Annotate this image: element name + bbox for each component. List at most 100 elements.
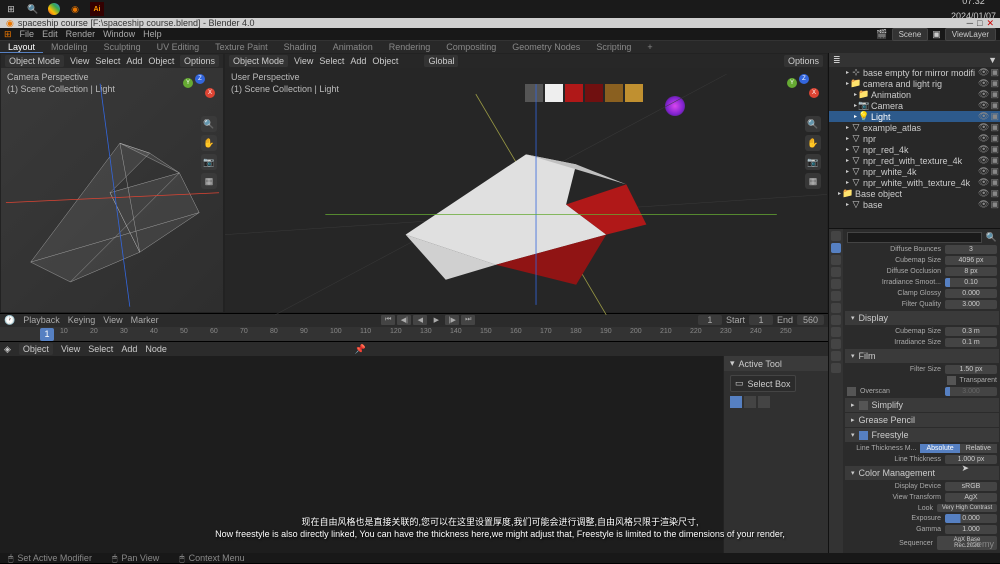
tl-keying[interactable]: Keying (68, 315, 96, 325)
irradiance-smooth[interactable]: 0.10 (945, 278, 997, 287)
current-frame[interactable]: 1 (698, 315, 722, 325)
ng-add[interactable]: Add (121, 344, 137, 354)
tab-add[interactable]: + (639, 42, 660, 52)
play-button[interactable]: ▶ (429, 315, 443, 325)
section-freestyle[interactable]: ▾Freestyle (845, 428, 999, 442)
cubemap-size-2[interactable]: 0.3 m (945, 327, 997, 336)
outliner-item[interactable]: ▸ ▽ npr_white_with_texture_4k 👁▣ (829, 177, 1000, 188)
ng-select[interactable]: Select (88, 344, 113, 354)
tab-sculpting[interactable]: Sculpting (96, 42, 149, 52)
tab-constraint[interactable] (831, 339, 841, 349)
outliner-item[interactable]: ▸ ▽ npr_red_4k 👁▣ (829, 144, 1000, 155)
keyframe-next-button[interactable]: |▶ (445, 315, 459, 325)
section-grease[interactable]: ▸Grease Pencil (845, 413, 999, 427)
outliner-item[interactable]: ▸ 💡 Light 👁▣ (829, 111, 1000, 122)
outliner-item[interactable]: ▸ ▽ npr_white_4k 👁▣ (829, 166, 1000, 177)
cubemap-size[interactable]: 4096 px (945, 256, 997, 265)
section-display[interactable]: ▾Display (845, 311, 999, 325)
jump-end-button[interactable]: ⏭ (461, 315, 475, 325)
filter-size[interactable]: 1.50 px (945, 365, 997, 374)
viewlayer-name[interactable]: ViewLayer (945, 28, 996, 41)
tab-physics[interactable] (831, 327, 841, 337)
outliner-item[interactable]: ▸ ▽ base 👁▣ (829, 199, 1000, 210)
tab-layout[interactable]: Layout (0, 42, 43, 53)
ng-view[interactable]: View (61, 344, 80, 354)
menu-edit[interactable]: Edit (42, 29, 58, 40)
jump-start-button[interactable]: ⏮ (381, 315, 395, 325)
tl-playback[interactable]: Playback (23, 315, 60, 325)
tab-material[interactable] (831, 363, 841, 373)
section-film[interactable]: ▾Film (845, 349, 999, 363)
tab-texturepaint[interactable]: Texture Paint (207, 42, 276, 52)
irradiance-size[interactable]: 0.1 m (945, 338, 997, 347)
thickness-absolute[interactable]: Absolute (920, 444, 959, 453)
tab-uvediting[interactable]: UV Editing (149, 42, 208, 52)
outliner-item[interactable]: ▸ ⊹ base empty for mirror modifi 👁▣ (829, 67, 1000, 78)
start-button[interactable]: ⊞ (4, 2, 18, 16)
tab-viewlayer[interactable] (831, 255, 841, 265)
overscan-checkbox[interactable] (847, 387, 856, 396)
line-thickness[interactable]: 1.000 px (945, 455, 997, 464)
properties-search[interactable] (847, 232, 982, 243)
section-colormgmt[interactable]: ▾Color Management (845, 466, 999, 480)
tab-shading[interactable]: Shading (276, 42, 325, 52)
keyframe-prev-button[interactable]: ◀| (397, 315, 411, 325)
end-frame[interactable]: 560 (797, 315, 824, 325)
tab-compositing[interactable]: Compositing (438, 42, 504, 52)
tab-data[interactable] (831, 351, 841, 361)
filter-quality[interactable]: 3.000 (945, 300, 997, 309)
tab-particle[interactable] (831, 315, 841, 325)
start-frame[interactable]: 1 (749, 315, 773, 325)
look[interactable]: Very High Contrast (937, 504, 997, 512)
tab-object[interactable] (831, 291, 841, 301)
ng-object[interactable]: Object (19, 343, 53, 355)
display-device[interactable]: sRGB (945, 482, 997, 491)
filter-icon[interactable]: ▼ (988, 55, 997, 65)
tab-world[interactable] (831, 279, 841, 289)
scene-name[interactable]: Scene (892, 28, 929, 41)
clamp-glossy[interactable]: 0.000 (945, 289, 997, 298)
select-box-tool[interactable]: ▭Select Box (730, 375, 796, 392)
menu-help[interactable]: Help (143, 29, 162, 40)
menu-window[interactable]: Window (103, 29, 135, 40)
outliner-item[interactable]: ▸ ▽ npr_red_with_texture_4k 👁▣ (829, 155, 1000, 166)
ng-icon[interactable]: ◈ (4, 344, 11, 355)
tl-marker[interactable]: Marker (131, 315, 159, 325)
chrome-icon[interactable] (48, 3, 60, 15)
menu-render[interactable]: Render (66, 29, 96, 40)
viewport-user[interactable]: Object Mode View Select Add Object Globa… (224, 53, 828, 313)
outliner-item[interactable]: ▸ ▽ example_atlas 👁▣ (829, 122, 1000, 133)
transparent-checkbox[interactable] (947, 376, 956, 385)
tab-render[interactable] (831, 231, 841, 241)
ng-node[interactable]: Node (145, 344, 167, 354)
blender-icon[interactable]: ◉ (68, 2, 82, 16)
tab-scripting[interactable]: Scripting (588, 42, 639, 52)
playhead[interactable]: 1 (40, 328, 54, 341)
outliner-item[interactable]: ▸ 📷 Camera 👁▣ (829, 100, 1000, 111)
exposure[interactable]: 0.000 (945, 514, 997, 523)
pin-icon[interactable]: 📌 (355, 344, 366, 355)
outliner-item[interactable]: ▸ 📁 Base object 👁▣ (829, 188, 1000, 199)
gamma[interactable]: 1.000 (945, 525, 997, 534)
outliner-icon[interactable]: ≣ (833, 55, 841, 66)
blender-menu-icon[interactable]: ⊞ (4, 29, 12, 40)
play-reverse-button[interactable]: ◀ (413, 315, 427, 325)
outliner-item[interactable]: ▸ 📁 camera and light rig 👁▣ (829, 78, 1000, 89)
overscan[interactable]: 3.000 (945, 387, 997, 396)
outliner-item[interactable]: ▸ 📁 Animation 👁▣ (829, 89, 1000, 100)
tab-geometry[interactable]: Geometry Nodes (504, 42, 588, 52)
diffuse-occlusion[interactable]: 8 px (945, 267, 997, 276)
tab-modifier[interactable] (831, 303, 841, 313)
select-mode-3[interactable] (758, 396, 770, 408)
diffuse-bounces[interactable]: 3 (945, 245, 997, 254)
viewport-camera[interactable]: Object Mode View Select Add Object Optio… (0, 53, 224, 313)
section-simplify[interactable]: ▸Simplify (845, 398, 999, 412)
view-transform[interactable]: AgX (945, 493, 997, 502)
menu-file[interactable]: File (20, 29, 35, 40)
timeline-icon[interactable]: 🕐 (4, 315, 15, 326)
select-mode-1[interactable] (730, 396, 742, 408)
tab-scene[interactable] (831, 267, 841, 277)
freestyle-checkbox[interactable] (859, 431, 868, 440)
search-icon[interactable]: 🔍 (26, 2, 40, 16)
tab-modeling[interactable]: Modeling (43, 42, 96, 52)
